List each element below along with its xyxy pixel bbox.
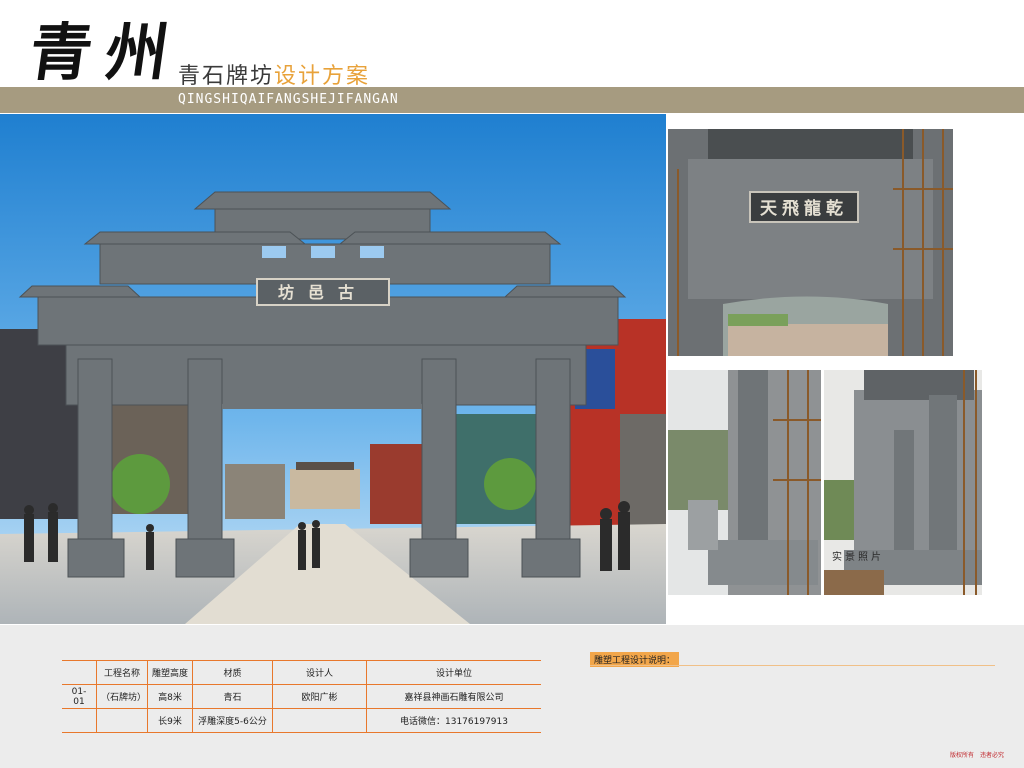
spec-table: 工程名称 雕塑高度 材质 设计人 设计单位 01-01 （石牌坊） 高8米 青石… bbox=[62, 660, 541, 733]
table-cell: 欧阳广彬 bbox=[272, 684, 367, 709]
table-cell: 长9米 bbox=[147, 708, 193, 733]
main-plaque-text: 坊邑古 bbox=[278, 283, 368, 302]
title-accent: 设计方案 bbox=[274, 64, 371, 89]
copyright-warning: 违者必究 bbox=[980, 752, 1005, 759]
title-main: 青石牌坊 bbox=[178, 64, 275, 89]
construction-photo-right: 实景照片 bbox=[824, 370, 982, 595]
top-plaque-text: 天飛龍乾 bbox=[760, 198, 848, 219]
main-archway-photo: 坊邑古 bbox=[0, 114, 666, 624]
archway-render: 坊邑古 bbox=[0, 114, 666, 624]
construction-render-top: 天飛龍乾 bbox=[668, 129, 953, 356]
table-cell: （石牌坊） bbox=[96, 684, 148, 709]
table-cell: 电话微信：13176197913 bbox=[366, 708, 541, 733]
table-cell: 工程名称 bbox=[96, 660, 148, 685]
table-cell: 01-01 bbox=[62, 684, 97, 709]
header-band bbox=[0, 87, 1024, 113]
table-cell: 嘉祥县神画石雕有限公司 bbox=[366, 684, 541, 709]
table-cell: 雕塑高度 bbox=[147, 660, 193, 685]
table-cell: 浮雕深度5-6公分 bbox=[192, 708, 273, 733]
table-cell bbox=[62, 660, 97, 685]
copyright-text: 版权所有 bbox=[950, 752, 975, 759]
design-note-divider bbox=[590, 665, 995, 666]
table-row: 01-01 （石牌坊） 高8米 青石 欧阳广彬 嘉祥县神画石雕有限公司 bbox=[62, 684, 541, 709]
construction-render-left bbox=[668, 370, 821, 595]
title-pinyin: QINGSHIQAIFANGSHEJIFANGAN bbox=[178, 92, 399, 107]
table-cell: 高8米 bbox=[147, 684, 193, 709]
table-row: 工程名称 雕塑高度 材质 设计人 设计单位 bbox=[62, 660, 541, 685]
table-cell: 设计人 bbox=[272, 660, 367, 685]
real-photo-caption: 实景照片 bbox=[832, 550, 884, 563]
copyright-notice: 版权所有 违者必究 bbox=[950, 750, 1004, 759]
brush-calligraphy-title: 青州 bbox=[24, 16, 188, 89]
table-cell bbox=[272, 708, 367, 733]
table-cell: 设计单位 bbox=[366, 660, 541, 685]
construction-photo-left bbox=[668, 370, 821, 595]
page-title: 青石牌坊设计方案 bbox=[178, 58, 370, 90]
table-cell: 材质 bbox=[192, 660, 273, 685]
table-row: 长9米 浮雕深度5-6公分 电话微信：13176197913 bbox=[62, 708, 541, 733]
table-cell bbox=[62, 708, 97, 733]
table-cell bbox=[96, 708, 148, 733]
construction-photo-top: 天飛龍乾 bbox=[668, 129, 953, 356]
construction-render-right: 实景照片 bbox=[824, 370, 982, 595]
table-cell: 青石 bbox=[192, 684, 273, 709]
